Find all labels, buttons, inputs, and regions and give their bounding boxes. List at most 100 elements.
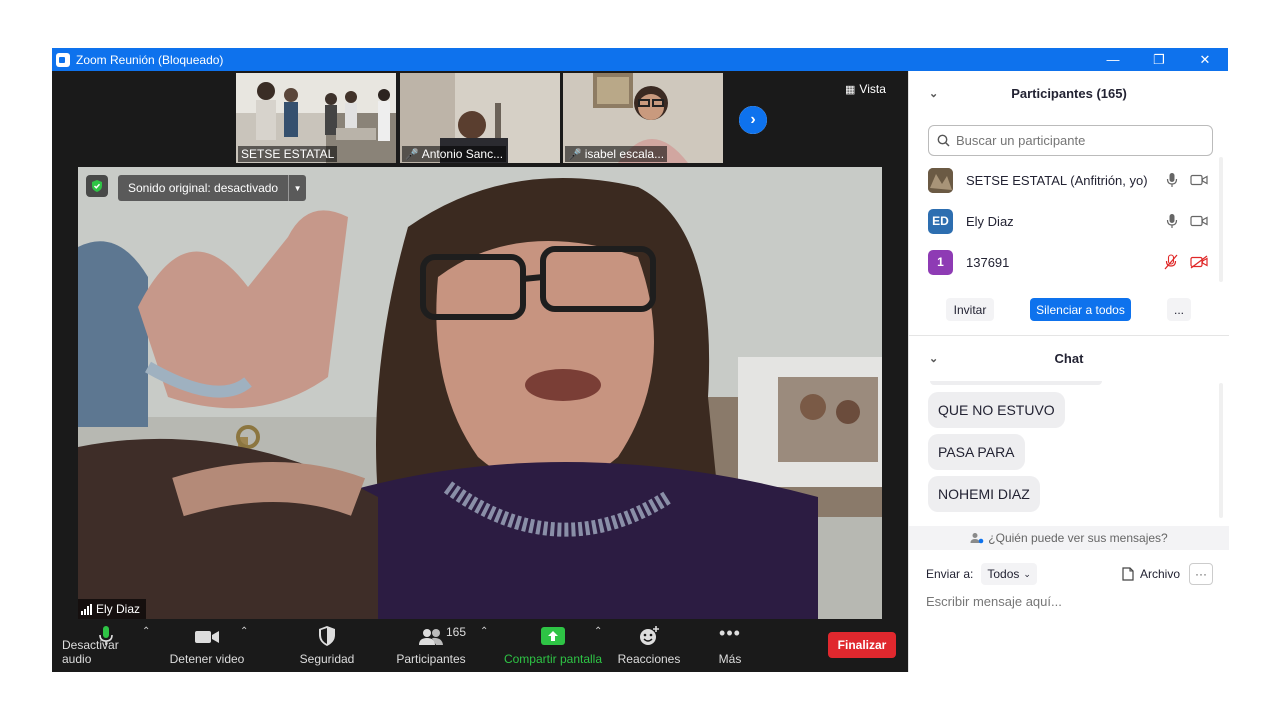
thumbnail-name-tag: 🎤 isabel escala... <box>565 146 668 162</box>
search-input[interactable] <box>956 133 1196 148</box>
mute-audio-button[interactable]: Desactivar audio <box>62 619 150 672</box>
original-sound-toggle[interactable]: Sonido original: desactivado ▼ <box>118 175 307 201</box>
participant-row[interactable]: 1 137691 <box>928 248 1208 276</box>
thumbnail-name: SETSE ESTATAL <box>241 147 335 161</box>
thumbnail-name-tag: SETSE ESTATAL <box>238 146 338 162</box>
participants-title: Participantes (165) <box>1011 85 1127 101</box>
audio-options-caret[interactable]: ⌃ <box>142 626 150 637</box>
stop-video-label: Detener video <box>169 652 245 666</box>
share-screen-icon <box>541 627 565 645</box>
video-camera-icon[interactable] <box>1190 215 1208 227</box>
reactions-label: Reacciones <box>617 652 681 666</box>
who-can-see-link[interactable]: ¿Quién puede ver sus mensajes? <box>909 526 1229 550</box>
chevron-down-icon: ⌄ <box>1023 568 1031 579</box>
participant-name: Ely Diaz <box>966 213 1014 229</box>
section-divider <box>909 335 1229 336</box>
send-to-select[interactable]: Todos ⌄ <box>981 563 1037 585</box>
minimize-button[interactable]: — <box>1090 48 1136 71</box>
participants-icon <box>419 629 443 645</box>
send-to-row: Enviar a: Todos ⌄ Archivo ··· <box>926 562 1216 586</box>
thumbnail-name: isabel escala... <box>584 147 665 161</box>
microphone-icon[interactable] <box>1166 172 1178 188</box>
mic-muted-icon: 🎤 <box>568 148 582 161</box>
participants-count: 165 <box>446 625 467 639</box>
chat-message-partial <box>930 381 1102 385</box>
chevron-down-icon[interactable]: ⌄ <box>929 87 938 100</box>
chat-title: Chat <box>1054 350 1084 366</box>
video-camera-icon[interactable] <box>1190 174 1208 186</box>
speaker-name: Ely Diaz <box>96 602 141 616</box>
participants-button[interactable]: 165 Participantes <box>392 619 470 672</box>
more-dots-icon: ••• <box>719 623 741 643</box>
grid-view-icon: ▦ <box>845 83 856 96</box>
chevron-down-icon[interactable]: ⌄ <box>929 352 938 365</box>
chat-message-input[interactable] <box>926 594 1216 609</box>
participants-options-caret[interactable]: ⌃ <box>480 626 488 637</box>
file-button[interactable]: Archivo <box>1122 567 1180 581</box>
chat-message: NOHEMI DIAZ <box>928 476 1040 512</box>
who-can-see-label: ¿Quién puede ver sus mensajes? <box>988 531 1168 545</box>
participants-header: ⌄ Participantes (165) <box>909 73 1229 113</box>
security-label: Seguridad <box>299 652 355 666</box>
security-button[interactable]: Seguridad <box>292 619 362 672</box>
thumbnail-video[interactable]: 🎤 isabel escala... <box>563 73 723 163</box>
original-sound-label: Sonido original: desactivado <box>128 181 279 195</box>
reactions-button[interactable]: Reacciones <box>616 619 682 672</box>
shield-icon <box>319 626 335 646</box>
chat-more-button[interactable]: ··· <box>1189 563 1213 585</box>
more-label: Más <box>718 652 742 666</box>
file-icon <box>1122 567 1134 581</box>
window-title: Zoom Reunión (Bloqueado) <box>76 52 224 67</box>
zoom-window: Zoom Reunión (Bloqueado) — ❐ ✕ SETSE EST… <box>52 48 1229 672</box>
thumbnail-video[interactable]: SETSE ESTATAL <box>236 73 396 163</box>
mute-all-button[interactable]: Silenciar a todos <box>1030 298 1131 321</box>
chat-header: ⌄ Chat <box>909 338 1229 378</box>
speaker-video[interactable]: Sonido original: desactivado ▼ Ely Diaz <box>78 167 882 619</box>
avatar: 1 <box>928 249 953 275</box>
thumbnail-video[interactable]: 🎤 Antonio Sanc... <box>400 73 560 163</box>
microphone-muted-icon[interactable] <box>1164 254 1178 270</box>
microphone-icon[interactable] <box>1166 213 1178 229</box>
thumbnail-name-tag: 🎤 Antonio Sanc... <box>402 146 507 162</box>
chat-message: PASA PARA <box>928 434 1025 470</box>
file-label: Archivo <box>1140 567 1181 581</box>
video-off-icon[interactable] <box>1190 255 1208 269</box>
avatar <box>928 167 953 193</box>
send-to-value: Todos <box>987 567 1020 581</box>
more-button[interactable]: ••• Más <box>706 619 754 672</box>
security-shield-icon <box>86 175 108 197</box>
speaker-video-image <box>78 167 882 619</box>
view-button[interactable]: ▦ Vista <box>845 82 886 96</box>
end-meeting-button[interactable]: Finalizar <box>828 632 896 658</box>
chat-scrollbar[interactable] <box>1219 383 1223 518</box>
participants-scrollbar[interactable] <box>1219 157 1223 282</box>
view-label: Vista <box>859 82 886 96</box>
title-bar: Zoom Reunión (Bloqueado) — ❐ ✕ <box>52 48 1228 71</box>
side-panel: ⌄ Participantes (165) SETSE ESTATAL (Anf… <box>908 71 1229 672</box>
mic-muted-icon: 🎤 <box>405 148 419 161</box>
close-button[interactable]: ✕ <box>1182 48 1228 71</box>
participants-label: Participantes <box>396 652 466 666</box>
invite-button[interactable]: Invitar <box>946 298 994 321</box>
chevron-right-icon: › <box>739 106 767 134</box>
next-page-button[interactable]: › <box>737 104 769 136</box>
speaker-name-tag: Ely Diaz <box>78 599 147 619</box>
share-screen-button[interactable]: Compartir pantalla <box>500 619 606 672</box>
more-options-button[interactable]: ... <box>1167 298 1191 321</box>
zoom-app-icon <box>56 52 70 67</box>
participant-name: SETSE ESTATAL (Anfitrión, yo) <box>966 172 1148 188</box>
participant-row[interactable]: ED Ely Diaz <box>928 207 1208 235</box>
send-to-label: Enviar a: <box>926 567 974 581</box>
video-stage: SETSE ESTATAL 🎤 Antonio Sanc... 🎤 isabel… <box>52 71 908 672</box>
video-options-caret[interactable]: ⌃ <box>240 626 248 637</box>
avatar: ED <box>928 208 953 234</box>
stop-video-button[interactable]: Detener video <box>166 619 248 672</box>
person-eye-icon <box>970 533 984 544</box>
chevron-down-icon[interactable]: ▼ <box>288 175 306 201</box>
share-options-caret[interactable]: ⌃ <box>594 626 602 637</box>
thumbnail-name: Antonio Sanc... <box>421 147 504 161</box>
restore-button[interactable]: ❐ <box>1136 48 1182 71</box>
video-camera-icon <box>195 631 219 643</box>
participant-search[interactable] <box>928 125 1213 156</box>
participant-row[interactable]: SETSE ESTATAL (Anfitrión, yo) <box>928 166 1208 194</box>
